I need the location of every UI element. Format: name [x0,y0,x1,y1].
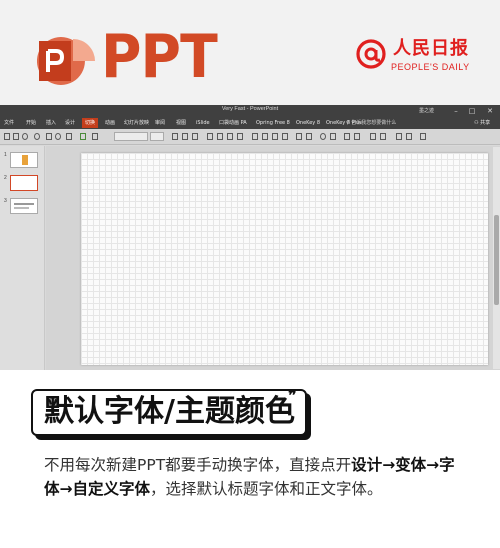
slide-icon[interactable] [4,133,10,140]
more-icon[interactable] [406,133,412,140]
tab-insert[interactable]: 插入 [46,118,56,128]
slide-number: 1 [4,152,7,158]
thumbnail-graphic [14,203,34,205]
tab-transitions[interactable]: 切换 [82,118,99,128]
peoples-daily-icon [356,39,386,69]
thumbnail-graphic [14,207,29,209]
body-text-bold: 设计 [351,456,383,474]
text-icon[interactable] [80,133,86,140]
align-center-icon[interactable] [262,133,268,140]
slide-thumbnail-1[interactable] [10,152,38,168]
font-name-field[interactable] [114,132,148,141]
shapes-icon[interactable] [320,133,326,140]
slide-thumbnail-2[interactable] [10,175,38,191]
customize-icon[interactable] [420,133,426,140]
tab-home[interactable]: 开始 [26,118,36,128]
tell-me-text: 告诉我您想要做什么 [351,120,397,126]
ribbon-tabs: 文件 开始 插入 设计 切换 动画 幻灯片放映 审阅 视图 iSlide 口袋动… [0,117,500,129]
tab-view[interactable]: 视图 [176,118,186,128]
indent-icon[interactable] [227,133,233,140]
find-icon[interactable] [370,133,376,140]
italic-icon[interactable] [92,133,98,140]
redo-icon[interactable] [34,133,40,140]
minimize-icon[interactable]: – [450,105,462,117]
tab-animations[interactable]: 动画 [105,118,115,128]
brand-name-cn: 人民日报 [393,38,469,59]
maximize-icon[interactable]: □ [466,105,478,117]
thumbnail-graphic [22,155,28,165]
title-bar: Very Fast - PowerPoint 墨之迹 – □ ✕ [0,105,500,117]
caption-body: 不用每次新建PPT都要手动换字体，直接点开设计→变体→字体→自定义字体，选择默认… [44,453,464,501]
quote-mark-icon: ❞ [288,386,297,405]
tell-me-box[interactable]: ♀ 告诉我您想要做什么 [346,118,396,128]
tab-pocket-animation[interactable]: 口袋动画 PA [219,118,247,128]
slide-canvas[interactable] [81,153,488,365]
share-button[interactable]: ⚇ 共享 [474,118,490,128]
numbering-icon[interactable] [217,133,223,140]
body-text-plain: ，选择默认标题字体和正文字体。 [150,480,383,498]
outdent-icon[interactable] [237,133,243,140]
tab-onekey[interactable]: OneKey 8 [296,118,320,128]
slide-number: 2 [4,175,7,181]
brand-name-en: PEOPLE'S DAILY [391,62,470,72]
caption-title: 默认字体/主题颜色 [44,394,295,429]
shape-icon[interactable] [66,133,72,140]
shape-outline-icon[interactable] [354,133,360,140]
shape-fill-icon[interactable] [344,133,350,140]
tab-review[interactable]: 审阅 [155,118,165,128]
body-text-plain: 不用每次新建PPT都要手动换字体，直接点开 [44,456,352,474]
align-left-icon[interactable] [252,133,258,140]
powerpoint-window: Very Fast - PowerPoint 墨之迹 – □ ✕ 文件 开始 插… [0,105,500,370]
save-icon[interactable] [13,133,19,140]
tab-opring[interactable]: Opring Free 8 [256,118,290,128]
header-banner: PPT 人民日报 PEOPLE'S DAILY [0,0,500,105]
slide-thumbnail-pane: 1 2 3 [0,146,45,370]
slide-thumbnail-3[interactable] [10,198,38,214]
undo-icon[interactable] [22,133,28,140]
tab-file[interactable]: 文件 [4,118,14,128]
align-text-icon[interactable] [306,133,312,140]
tab-slideshow[interactable]: 幻灯片放映 [124,118,149,128]
ppt-title: PPT [101,22,218,92]
format-painter-icon[interactable] [55,133,61,140]
grow-font-icon[interactable] [172,133,178,140]
ribbon-toolbar [0,129,500,145]
bullets-icon[interactable] [207,133,213,140]
replace-icon[interactable] [380,133,386,140]
text-direction-icon[interactable] [296,133,302,140]
shrink-font-icon[interactable] [182,133,188,140]
tab-islide[interactable]: iSlide [196,118,210,128]
slide-number: 3 [4,198,7,204]
arrange-icon[interactable] [330,133,336,140]
scrollbar-thumb[interactable] [494,215,499,305]
font-size-field[interactable] [150,132,164,141]
clear-format-icon[interactable] [192,133,198,140]
paste-icon[interactable] [46,133,52,140]
share-label: 共享 [480,120,491,126]
close-icon[interactable]: ✕ [484,105,496,117]
select-icon[interactable] [396,133,402,140]
justify-icon[interactable] [282,133,288,140]
user-name[interactable]: 墨之迹 [419,107,434,114]
powerpoint-icon [37,37,95,85]
tab-design[interactable]: 设计 [65,118,75,128]
align-right-icon[interactable] [272,133,278,140]
